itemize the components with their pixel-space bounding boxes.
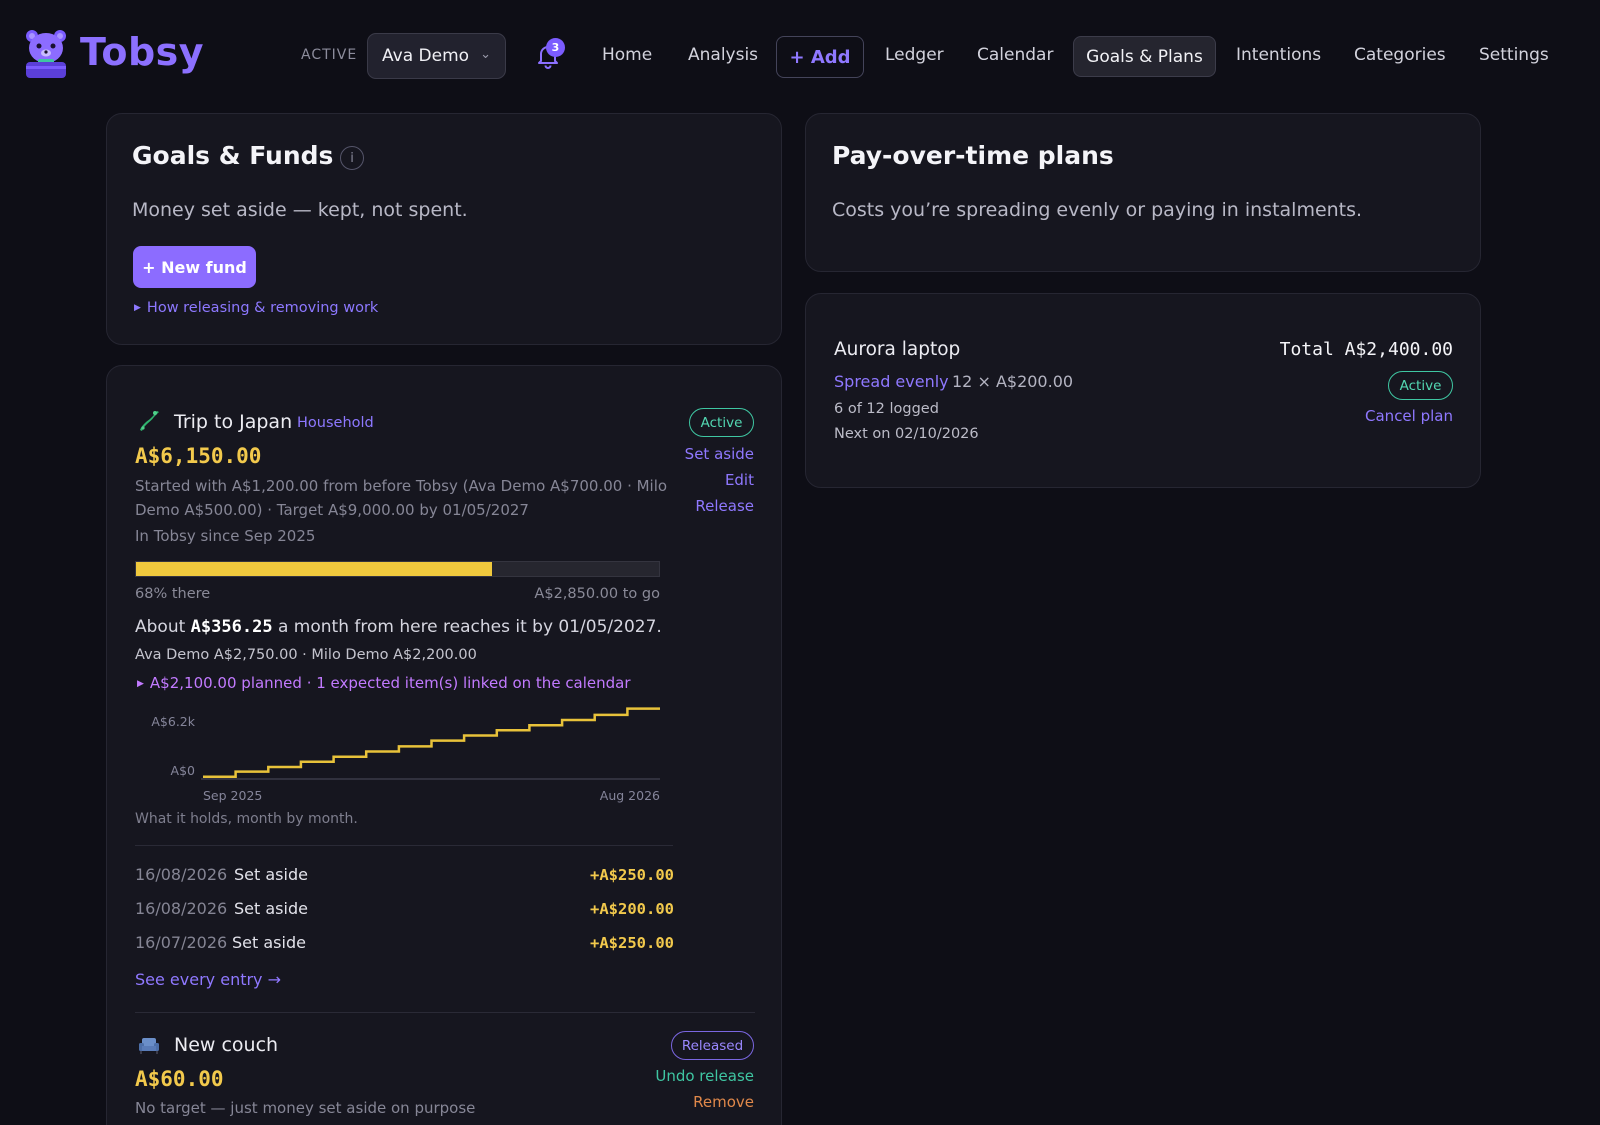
plans-title: Pay-over-time plans [832,141,1114,170]
chevron-down-icon: ⌄ [480,47,491,62]
info-icon[interactable]: i [340,146,364,170]
nav-home[interactable]: Home [602,45,652,65]
edit-link[interactable]: Edit [725,471,754,489]
notification-badge: 3 [546,38,565,57]
fund-name: Trip to Japan [174,411,293,433]
entry-label: Set aside [232,933,306,952]
x-tick-start: Sep 2025 [203,788,262,803]
how-releasing-text: How releasing & removing work [146,300,379,316]
entry-date: 16/07/2026 [135,933,228,952]
entry-date: 16/08/2026 [135,899,228,918]
x-tick-end: Aug 2026 [600,788,660,803]
fund-desc-line2: Demo A$500.00) · Target A$9,000.00 by 01… [135,501,529,519]
y-tick-top: A$6.2k [151,714,195,729]
progress-bar-fill [136,562,492,576]
contribution-split: Ava Demo A$2,750.00 · Milo Demo A$2,200.… [135,647,477,663]
user-select[interactable]: Ava Demo ⌄ [367,33,506,79]
release-link[interactable]: Release [695,497,754,515]
divider [135,845,673,846]
fund-amount: A$60.00 [135,1067,224,1091]
plan-name: Aurora laptop [834,339,961,360]
entry-label: Set aside [234,899,308,918]
plans-subtitle: Costs you’re spreading evenly or paying … [832,199,1363,221]
add-button[interactable]: + Add [776,36,864,78]
entry-amount: +A$250.00 [590,934,674,952]
top-nav: Tobsy ACTIVE Ava Demo ⌄ 3 Home Analysis … [0,0,1600,112]
japan-map-icon [140,411,159,431]
set-aside-link[interactable]: Set aside [685,445,754,463]
fund-desc: No target — just money set aside on purp… [135,1099,476,1117]
fund-desc-line1: Started with A$1,200.00 from before Tobs… [135,477,668,495]
plans-header-card [805,113,1481,272]
status-badge: Active [1388,371,1453,400]
plan-method: Spread evenly [834,372,949,391]
goals-title: Goals & Funds [132,141,334,170]
undo-release-link[interactable]: Undo release [655,1067,754,1085]
status-badge: Active [689,408,754,437]
chart-caption: What it holds, month by month. [135,811,358,827]
plan-terms: 12 × A$200.00 [952,372,1074,391]
projection-suffix: a month from here reaches it by 01/05/20… [277,617,662,637]
entry-amount: +A$200.00 [590,900,674,918]
projection-amount: A$356.25 [190,617,273,637]
nav-goals-plans[interactable]: Goals & Plans [1073,36,1216,77]
see-every-entry-link[interactable]: See every entry → [135,970,281,989]
nav-analysis[interactable]: Analysis [688,45,758,65]
disclosure-triangle-icon: ▶ [134,303,141,313]
progress-bar [135,561,660,577]
nav-settings[interactable]: Settings [1479,45,1549,65]
entry-date: 16/08/2026 [135,865,228,884]
status-badge: Released [671,1031,754,1060]
to-go-label: A$2,850.00 to go [534,586,660,602]
balance-series-line [203,707,660,778]
fund-balance-chart: A$6.2k A$0 Sep 2025 Aug 2026 [151,707,660,803]
fund-amount: A$6,150.00 [135,444,262,468]
divider [135,1012,755,1013]
progress-label: 68% there [135,586,211,602]
fund-household-tag: Household [297,415,374,431]
nav-calendar[interactable]: Calendar [977,45,1053,65]
remove-link[interactable]: Remove [693,1093,754,1111]
plan-next-date: Next on 02/10/2026 [834,426,979,442]
y-tick-bottom: A$0 [171,763,196,778]
nav-categories[interactable]: Categories [1354,45,1446,65]
cancel-plan-link[interactable]: Cancel plan [1365,407,1453,425]
goals-subtitle: Money set aside — kept, not spent. [132,199,468,221]
user-select-value: Ava Demo [382,46,470,66]
planned-items-link[interactable]: ▶ A$2,100.00 planned · 1 expected item(s)… [137,674,631,692]
bear-logo-icon[interactable] [22,28,70,80]
nav-intentions[interactable]: Intentions [1236,45,1321,65]
fund-name: New couch [174,1034,279,1056]
fund-since: In Tobsy since Sep 2025 [135,527,316,545]
new-fund-button[interactable]: + New fund [133,246,256,288]
projection-prefix: About [135,617,186,637]
couch-icon [139,1038,159,1054]
plan-logged: 6 of 12 logged [834,401,939,417]
disclosure-triangle-icon: ▶ [137,679,144,689]
how-releasing-link[interactable]: ▶ How releasing & removing work [134,300,378,316]
app-logo-text[interactable]: Tobsy [80,30,204,74]
entry-amount: +A$250.00 [590,866,674,884]
entry-label: Set aside [234,865,308,884]
plan-total: Total A$2,400.00 [1279,339,1453,360]
monthly-projection: About A$356.25 a month from here reaches… [135,617,662,637]
active-user-label: ACTIVE [301,47,358,63]
nav-ledger[interactable]: Ledger [885,45,944,65]
planned-items-text: A$2,100.00 planned · 1 expected item(s) … [149,674,631,692]
